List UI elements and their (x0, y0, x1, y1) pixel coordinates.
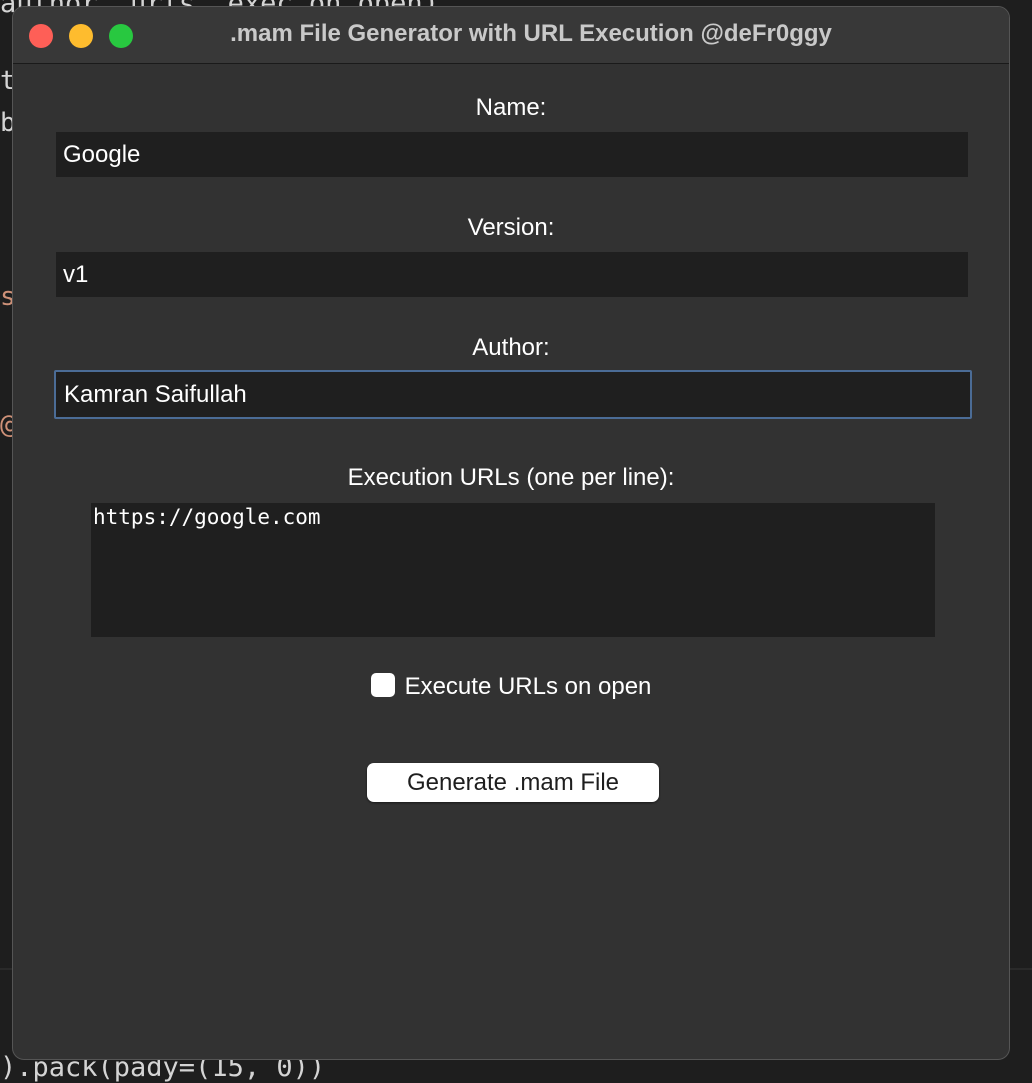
generate-mam-file-button[interactable]: Generate .mam File (367, 763, 659, 802)
window-title: .mam File Generator with URL Execution @… (230, 20, 832, 47)
execution-urls-label: Execution URLs (one per line): (347, 464, 675, 491)
title-bar[interactable]: .mam File Generator with URL Execution @… (13, 7, 1009, 64)
version-field[interactable] (56, 252, 968, 297)
execute-on-open-label[interactable]: Execute URLs on open (405, 673, 652, 700)
execute-on-open-row[interactable]: Execute URLs on open (13, 673, 1009, 701)
execute-on-open-checkbox[interactable] (370, 673, 395, 697)
execution-urls-textarea[interactable]: https://google.com (91, 503, 935, 637)
version-label: Version: (467, 214, 555, 241)
author-label: Author: (472, 334, 550, 361)
author-field[interactable] (54, 370, 972, 419)
name-label: Name: (475, 94, 547, 121)
name-field[interactable] (56, 132, 968, 177)
app-window: .mam File Generator with URL Execution @… (12, 6, 1010, 1060)
